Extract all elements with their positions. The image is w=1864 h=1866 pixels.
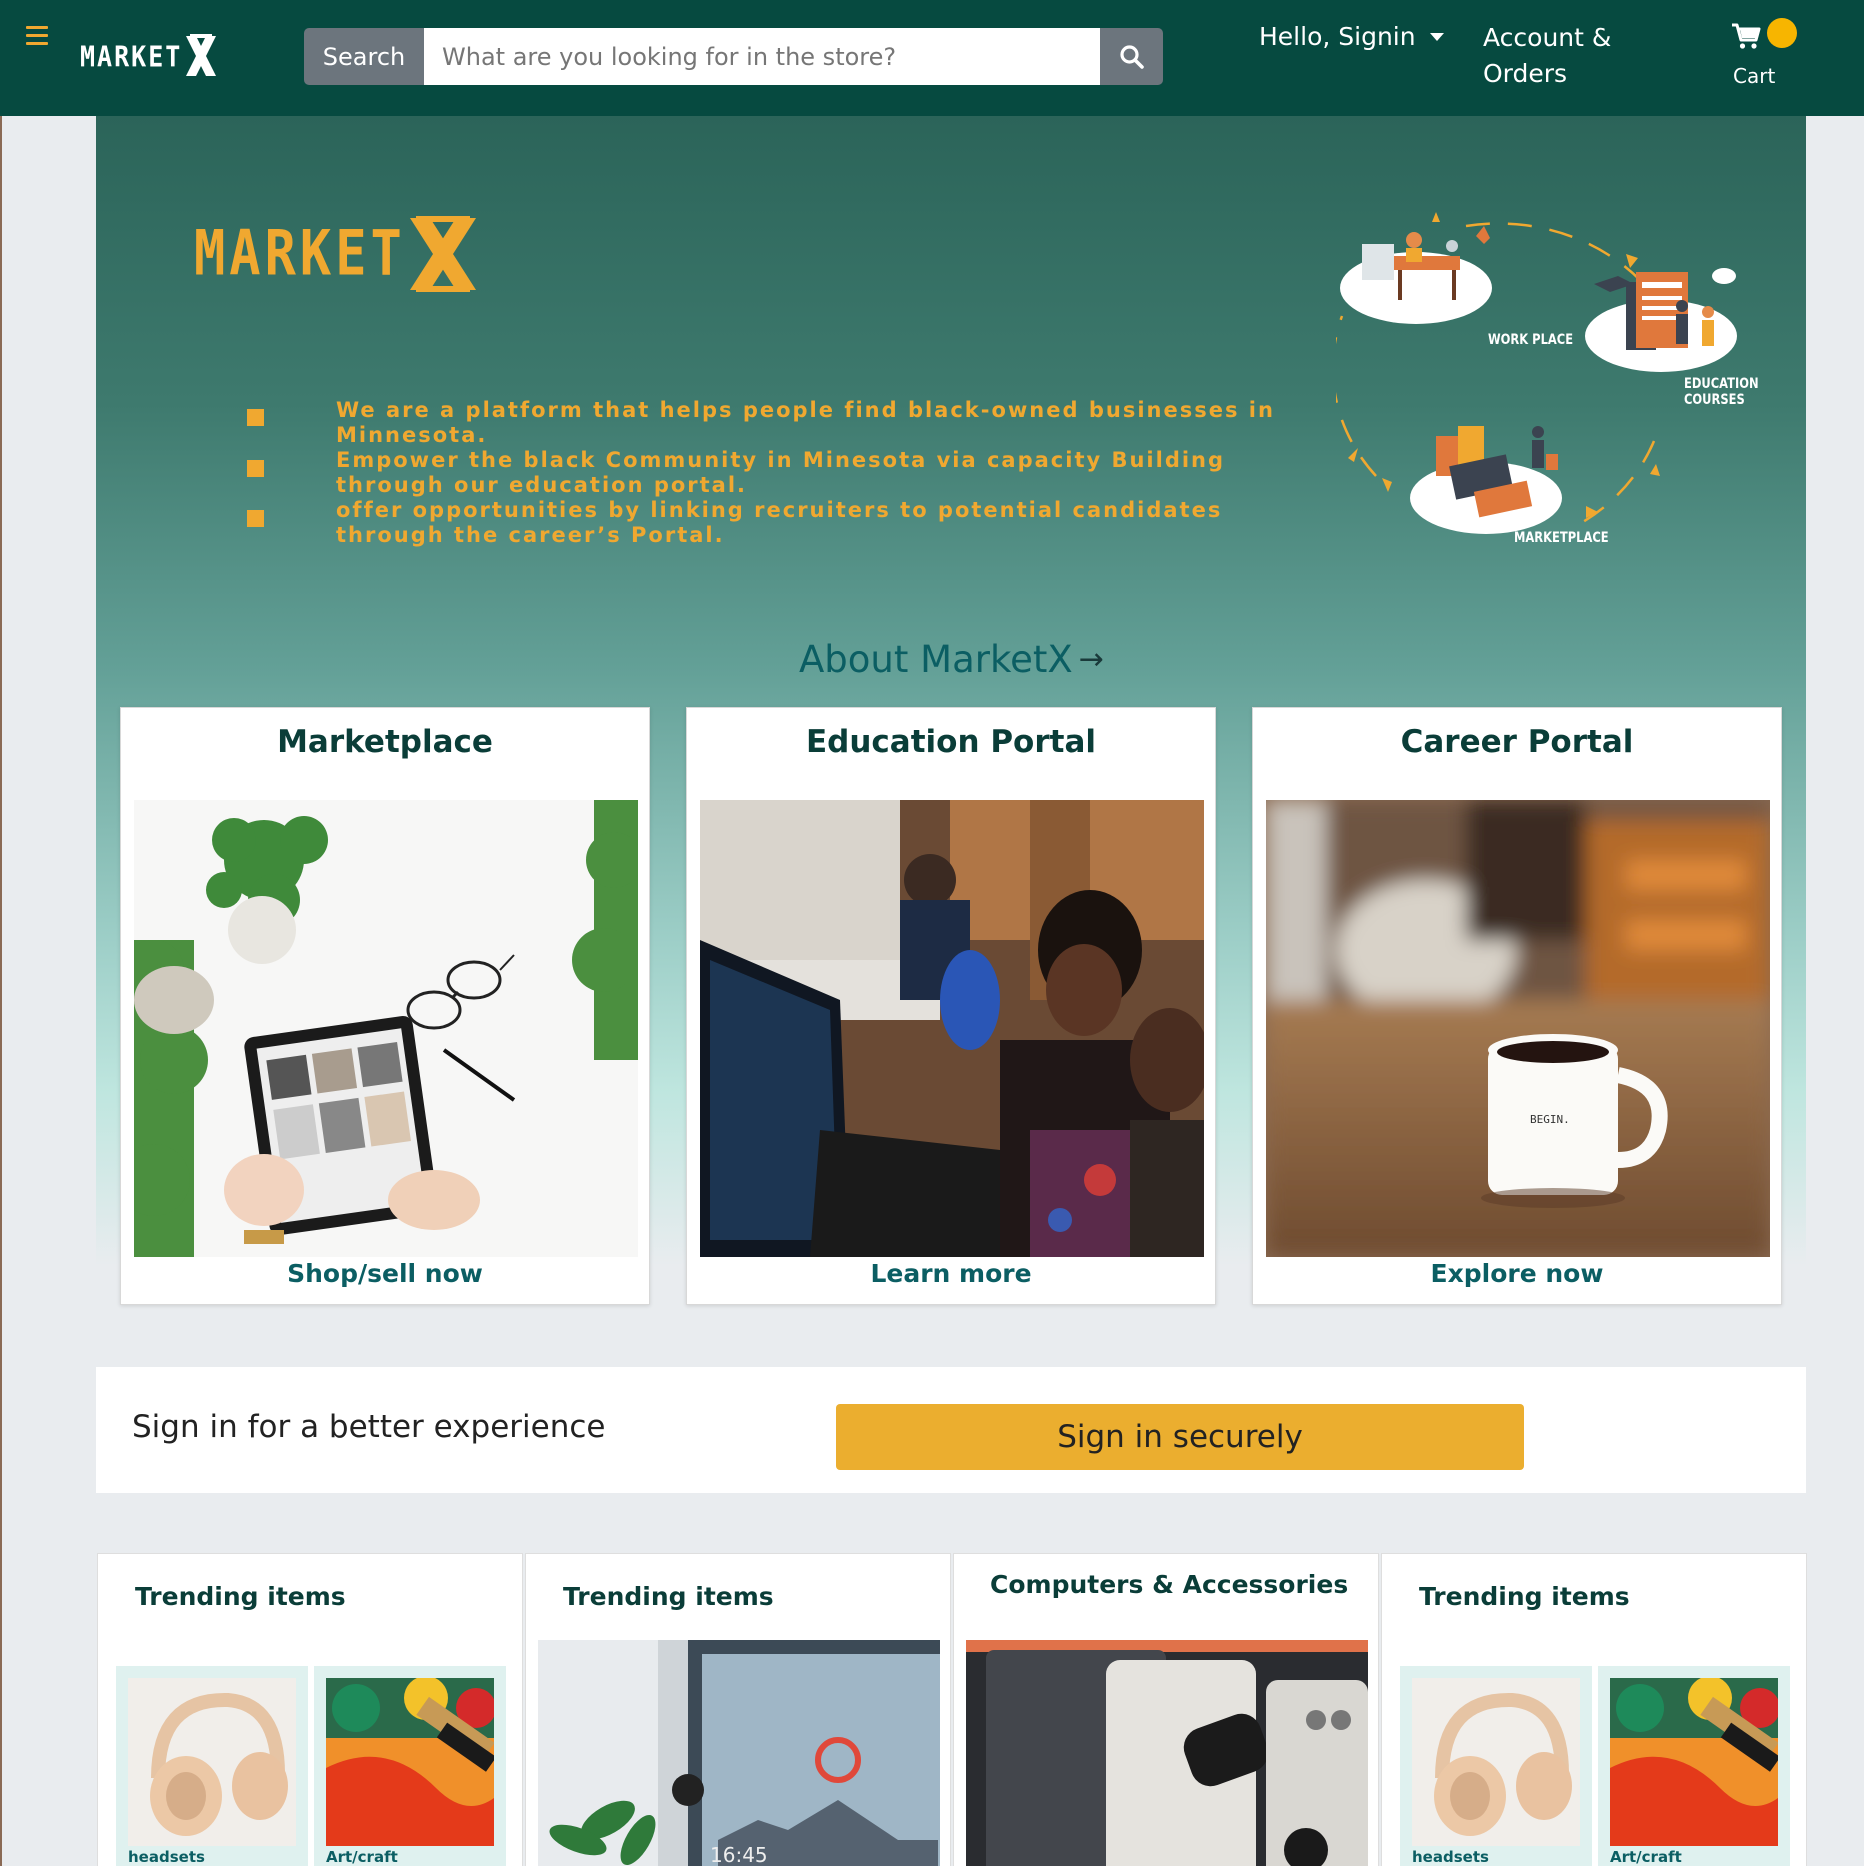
education-image [700,800,1204,1257]
trending-card-title: Trending items [1419,1582,1630,1611]
mission-line: Empower the black Community in Minesota … [336,448,1226,497]
portal-card-career[interactable]: Career Portal BEGIN. Explore now [1252,707,1782,1305]
product-thumb-headsets[interactable]: headsets [116,1666,308,1866]
cart-button[interactable]: 0 Cart [1730,18,1810,88]
search-bar: Search [304,28,1163,85]
thumb-caption: Art/craft [1610,1848,1682,1866]
trending-card: Trending items headsets Art/craft [97,1553,523,1866]
cart-icon [1732,23,1761,49]
thumb-caption: Art/craft [326,1848,398,1866]
arrow-right-icon: → [1078,642,1104,677]
about-marketx-link[interactable]: About MarketX → [799,638,1104,681]
thumb-caption: headsets [128,1848,205,1866]
diagram-label-education: EDUCATION COURSES [1684,376,1759,408]
hero-logo-x-icon [409,216,476,292]
product-thumb-headsets[interactable]: headsets [1400,1666,1592,1866]
diagram-label-marketplace: MARKETPLACE [1514,530,1609,546]
artcraft-image [326,1678,494,1846]
computers-card: Computers & Accessories [953,1553,1379,1866]
headsets-image [1412,1678,1580,1846]
product-thumb-artcraft[interactable]: Art/craft [1598,1666,1790,1866]
nav-logo[interactable]: MARKET [80,34,218,78]
learn-more-link[interactable]: Learn more [687,1259,1215,1288]
portal-card-marketplace[interactable]: Marketplace Shop/sell now [120,707,650,1305]
ecosystem-diagram: WORK PLACE EDUCATION COURSES MARKETPLACE [1331,196,1759,596]
sign-in-securely-button[interactable]: Sign in securely [836,1404,1524,1470]
signin-dropdown[interactable]: Hello, Signin [1259,22,1444,51]
artcraft-image [1610,1678,1778,1846]
computers-card-title: Computers & Accessories [990,1570,1349,1599]
thumb-caption: headsets [1412,1848,1489,1866]
search-button[interactable] [1100,28,1163,85]
cart-count-badge: 0 [1767,18,1797,48]
top-navbar: MARKET Search Hello, Signin Account & Or… [0,0,1864,116]
hero-logo-word: MARKET [194,218,406,290]
diagram-label-workplace: WORK PLACE [1488,332,1574,348]
career-image: BEGIN. [1266,800,1770,1257]
trending-card: Trending items headsets Art/craft [1381,1553,1807,1866]
trending-laptop-image[interactable]: 16:45 [538,1640,940,1866]
explore-now-link[interactable]: Explore now [1253,1259,1781,1288]
mission-line: We are a platform that helps people find… [336,398,1275,447]
hamburger-icon[interactable] [26,26,48,46]
about-marketx-label: About MarketX [799,638,1073,681]
headsets-image [128,1678,296,1846]
bullet-square [247,510,264,527]
signin-dropdown-label: Hello, Signin [1259,22,1416,51]
logo-word: MARKET [80,39,183,73]
signin-prompt: Sign in for a better experience [132,1409,606,1445]
portal-card-title: Career Portal [1400,724,1634,760]
account-orders-link[interactable]: Account & Orders [1483,20,1643,92]
hero-logo: MARKET [194,214,480,294]
shop-sell-now-link[interactable]: Shop/sell now [121,1259,649,1288]
logo-x-icon [186,34,217,76]
trending-card-title: Trending items [563,1582,774,1611]
caret-down-icon [1429,32,1444,41]
svg-text:16:45: 16:45 [710,1843,768,1866]
bullet-square [247,460,264,477]
mission-statement: We are a platform that helps people find… [336,398,1296,548]
page-edge [0,116,2,1866]
bullet-square [247,409,264,426]
computers-image[interactable] [966,1640,1368,1866]
search-icon [1119,44,1144,69]
portal-card-title: Education Portal [805,724,1096,760]
cart-label: Cart [1733,64,1776,88]
mission-line: offer opportunities by linking recruiter… [336,498,1223,547]
svg-text:BEGIN.: BEGIN. [1530,1113,1570,1126]
portal-card-education[interactable]: Education Portal Learn more [686,707,1216,1305]
trending-card-title: Trending items [135,1582,346,1611]
trending-card: Trending items 16:45 [525,1553,951,1866]
marketplace-image [134,800,638,1257]
search-category-label[interactable]: Search [304,28,424,85]
signin-banner: Sign in for a better experience Sign in … [96,1367,1806,1493]
search-input[interactable] [424,28,1100,85]
product-thumb-artcraft[interactable]: Art/craft [314,1666,506,1866]
portal-card-title: Marketplace [277,724,493,760]
